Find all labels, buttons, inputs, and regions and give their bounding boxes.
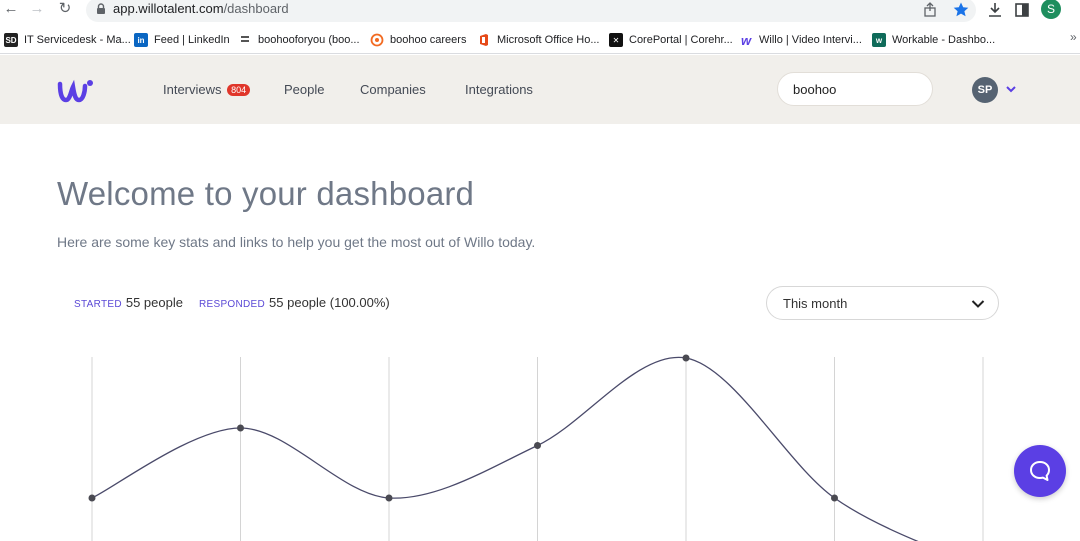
workable-icon: w <box>872 33 886 47</box>
bookmark-label: CorePortal | Corehr... <box>629 34 733 46</box>
bookmark-label: Microsoft Office Ho... <box>497 34 600 46</box>
sidepanel-icon[interactable] <box>1013 1 1031 19</box>
willo-icon: w <box>740 32 752 48</box>
stat-responded-value: 55 people (100.00%) <box>269 295 390 310</box>
stat-started: STARTED 55 people <box>74 295 183 310</box>
forward-arrow-icon[interactable]: → <box>28 1 46 19</box>
linkedin-icon: in <box>134 33 148 47</box>
help-chat-button[interactable] <box>1014 445 1066 497</box>
stat-responded-label: RESPONDED <box>199 299 266 310</box>
x-icon: ✕ <box>609 33 623 47</box>
bookmark-label: boohooforyou (boo... <box>258 34 360 46</box>
date-range-value: This month <box>783 296 848 311</box>
bookmark-workable[interactable]: w Workable - Dashbo... <box>872 30 995 50</box>
bookmark-microsoft-office[interactable]: Microsoft Office Ho... <box>477 30 600 50</box>
bookmark-boohooforyou[interactable]: boohooforyou (boo... <box>238 30 360 50</box>
chart-point[interactable] <box>88 494 96 502</box>
stat-responded: RESPONDED 55 people (100.00%) <box>199 295 390 310</box>
date-range-select[interactable]: This month <box>766 286 999 320</box>
profile-avatar[interactable]: S <box>1041 0 1061 19</box>
share-icon[interactable] <box>922 1 940 19</box>
star-icon[interactable] <box>952 1 970 19</box>
url-host: app.willotalent.com <box>113 1 224 16</box>
chart-point[interactable] <box>831 494 838 502</box>
interviews-count-badge: 804 <box>227 84 251 96</box>
lock-icon <box>97 3 105 14</box>
bookmarks-bar: SD IT Servicedesk - Ma... in Feed | Link… <box>0 26 1080 54</box>
reload-icon[interactable]: ↻ <box>56 1 74 19</box>
url-path: /dashboard <box>223 1 289 16</box>
address-bar[interactable]: app.willotalent.com/dashboard <box>86 0 976 22</box>
bookmark-willo[interactable]: w Willo | Video Intervi... <box>739 30 862 50</box>
download-icon[interactable] <box>986 1 1004 19</box>
bookmark-coreportal[interactable]: ✕ CorePortal | Corehr... <box>609 30 733 50</box>
bookmark-label: Feed | LinkedIn <box>154 34 230 46</box>
nav-integrations[interactable]: Integrations <box>465 82 533 97</box>
bookmark-label: Willo | Video Intervi... <box>759 34 862 46</box>
url-text: app.willotalent.com/dashboard <box>113 1 289 16</box>
boohoo-icon <box>370 33 384 47</box>
bookmark-boohoo-careers[interactable]: boohoo careers <box>370 30 466 50</box>
app-header: Interviews 804 People Companies Integrat… <box>0 55 1080 124</box>
bookmarks-overflow[interactable]: » <box>1070 30 1077 44</box>
chevron-down-icon[interactable] <box>1005 83 1017 95</box>
user-avatar[interactable]: SP <box>972 77 998 103</box>
chart-point[interactable] <box>237 424 244 432</box>
search-input[interactable] <box>777 72 933 106</box>
page-icon <box>238 33 252 47</box>
chat-bubble-icon <box>1030 461 1050 481</box>
chart-point[interactable] <box>385 494 393 502</box>
nav-companies[interactable]: Companies <box>360 82 426 97</box>
nav-interviews[interactable]: Interviews 804 <box>163 82 251 97</box>
chevron-down-icon <box>971 300 985 308</box>
sd-icon: SD <box>4 33 18 47</box>
stat-started-label: STARTED <box>74 299 122 310</box>
bookmark-it-servicedesk[interactable]: SD IT Servicedesk - Ma... <box>4 30 131 50</box>
back-arrow-icon[interactable]: ← <box>2 1 20 19</box>
nav-people[interactable]: People <box>284 82 324 97</box>
bookmark-label: Workable - Dashbo... <box>892 34 996 46</box>
stat-started-value: 55 people <box>125 295 183 310</box>
chart-point[interactable] <box>682 354 690 362</box>
page-subtitle: Here are some key stats and links to hel… <box>57 234 536 250</box>
browser-toolbar: ← → ↻ app.willotalent.com/dashboard S <box>0 0 1080 22</box>
activity-chart <box>88 354 984 541</box>
nav-interviews-label: Interviews <box>163 82 222 97</box>
willo-logo[interactable] <box>56 74 96 106</box>
bookmark-label: IT Servicedesk - Ma... <box>24 34 131 46</box>
office-icon <box>477 33 491 47</box>
page-title: Welcome to your dashboard <box>57 175 475 212</box>
bookmark-linkedin[interactable]: in Feed | LinkedIn <box>134 30 230 50</box>
bookmark-label: boohoo careers <box>390 34 467 46</box>
chart-point[interactable] <box>534 442 541 449</box>
